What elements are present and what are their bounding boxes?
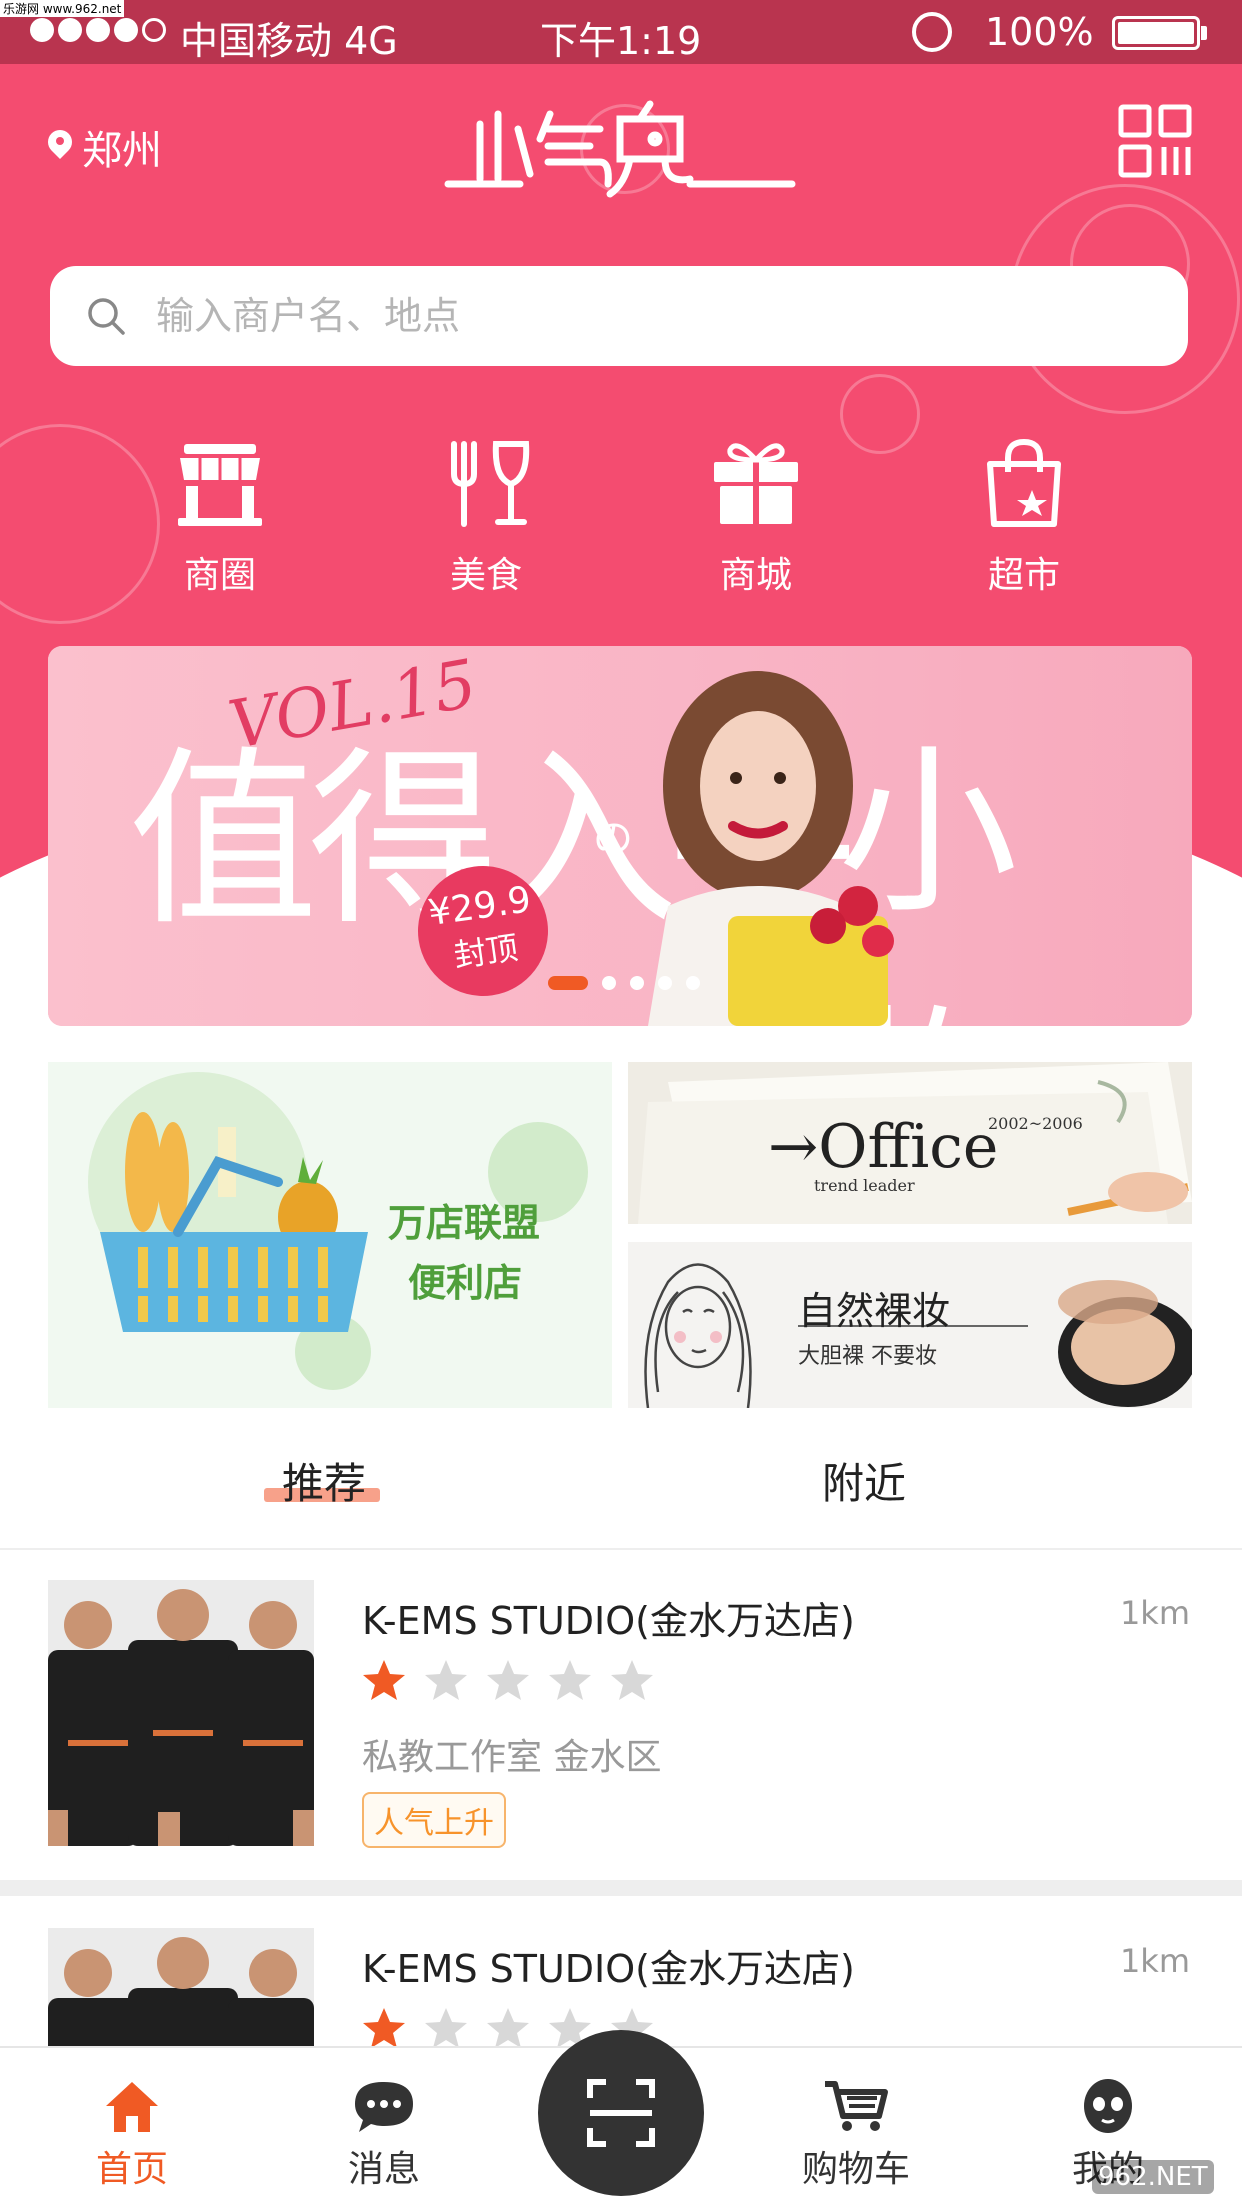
banner-dot[interactable] bbox=[686, 976, 700, 990]
scan-menu-icon[interactable] bbox=[1118, 104, 1192, 178]
nav-label: 购物车 bbox=[801, 2149, 910, 2190]
tab-nearby[interactable]: 附近 bbox=[822, 1450, 906, 1511]
promo-subtitle: 便利店 bbox=[408, 1261, 523, 1305]
category-supermarket[interactable]: 超市 bbox=[934, 434, 1114, 598]
feed-tabs: 推荐 附近 bbox=[0, 1430, 1242, 1550]
star-filled-icon bbox=[363, 2008, 405, 2046]
list-divider bbox=[0, 1880, 1242, 1896]
star-empty-icon bbox=[549, 1660, 591, 1700]
search-input[interactable] bbox=[156, 294, 1056, 338]
clock-text: 下午1:19 bbox=[540, 19, 702, 63]
promo-convenience-store[interactable]: 万店联盟 便利店 bbox=[48, 1062, 612, 1408]
promo-makeup[interactable]: 自然裸妆 大胆裸 不要妆 bbox=[628, 1242, 1192, 1408]
banner-dot-active[interactable] bbox=[548, 976, 588, 990]
search-bar[interactable] bbox=[50, 266, 1188, 366]
message-icon bbox=[355, 2082, 413, 2132]
promo-banner[interactable]: VOL.15 值得入手 の 小物 ¥29.9 封顶 bbox=[48, 646, 1192, 1026]
category-mall[interactable]: 商城 bbox=[666, 434, 846, 598]
store-thumbnail bbox=[48, 1928, 314, 2046]
utensils-icon bbox=[451, 441, 530, 527]
search-icon bbox=[86, 296, 126, 336]
category-business-district[interactable]: 商圈 bbox=[130, 434, 310, 598]
category-label: 商圈 bbox=[183, 555, 256, 596]
tab-recommended[interactable]: 推荐 bbox=[282, 1450, 366, 1511]
star-empty-icon bbox=[425, 1660, 467, 1700]
location-selector[interactable]: 郑州 bbox=[48, 118, 162, 176]
signal-icon bbox=[30, 18, 166, 42]
battery-tip bbox=[1201, 26, 1207, 40]
banner-pagination[interactable] bbox=[548, 976, 700, 990]
watermark-bottom: 962.NET bbox=[1092, 2160, 1214, 2194]
nav-label: 消息 bbox=[347, 2149, 420, 2190]
nav-home[interactable]: 首页 bbox=[52, 2078, 212, 2192]
store-thumbnail bbox=[48, 1580, 314, 1846]
promo-office[interactable]: →Office 2002~2006 trend leader bbox=[628, 1062, 1192, 1224]
scan-icon bbox=[587, 2079, 655, 2147]
category-grid: 商圈 美食 商城 超市 bbox=[0, 434, 1242, 614]
rotation-lock-icon bbox=[912, 12, 952, 52]
banner-dot[interactable] bbox=[602, 976, 616, 990]
status-bar: 中国移动 4G 下午1:19 100% bbox=[0, 0, 1242, 64]
carrier-text: 中国移动 4G bbox=[180, 19, 398, 63]
category-label: 商城 bbox=[719, 555, 792, 596]
location-pin-icon bbox=[48, 130, 72, 164]
gift-icon bbox=[714, 443, 798, 524]
profile-icon bbox=[1084, 2079, 1132, 2133]
nav-cart[interactable]: 购物车 bbox=[776, 2078, 936, 2192]
scan-button[interactable] bbox=[538, 2030, 704, 2196]
star-empty-icon bbox=[425, 2008, 467, 2046]
watermark-top: 乐游网 www.962.net bbox=[0, 0, 125, 17]
battery-icon bbox=[1112, 16, 1200, 50]
category-label: 超市 bbox=[987, 555, 1060, 596]
makeup-title: 自然裸妆 bbox=[798, 1289, 951, 1333]
banner-dot[interactable] bbox=[658, 976, 672, 990]
shopping-bag-icon bbox=[987, 439, 1061, 527]
store-badge: 人气上升 bbox=[362, 1792, 506, 1848]
banner-model-image bbox=[608, 666, 908, 1026]
star-filled-icon bbox=[363, 1660, 405, 1700]
office-title: →Office bbox=[768, 1112, 999, 1182]
store-list-item[interactable]: K-EMS STUDIO(金水万达店) 1km bbox=[0, 1928, 1242, 2046]
office-years: 2002~2006 bbox=[988, 1114, 1083, 1133]
star-empty-icon bbox=[611, 1660, 653, 1700]
office-subtitle: trend leader bbox=[814, 1176, 915, 1195]
makeup-subtitle: 大胆裸 不要妆 bbox=[798, 1344, 937, 1369]
nav-label: 首页 bbox=[95, 2149, 168, 2190]
star-empty-icon bbox=[487, 1660, 529, 1700]
city-label: 郑州 bbox=[82, 128, 162, 174]
store-category-area: 私教工作室 金水区 bbox=[362, 1737, 662, 1778]
cart-icon bbox=[825, 2081, 888, 2131]
store-rating bbox=[362, 1658, 654, 1702]
nav-messages[interactable]: 消息 bbox=[304, 2078, 464, 2192]
app-logo bbox=[440, 84, 800, 204]
store-name: K-EMS STUDIO(金水万达店) bbox=[362, 1599, 855, 1643]
store-distance: 1km bbox=[1119, 1594, 1190, 1632]
store-list-item[interactable]: K-EMS STUDIO(金水万达店) 1km 私教工作室 金水区 人气上升 bbox=[0, 1580, 1242, 1850]
store-distance: 1km bbox=[1119, 1942, 1190, 1980]
promo-title: 万店联盟 bbox=[388, 1201, 541, 1245]
star-empty-icon bbox=[487, 2008, 529, 2046]
category-label: 美食 bbox=[449, 555, 522, 596]
battery-percent: 100% bbox=[985, 10, 1094, 54]
banner-dot[interactable] bbox=[630, 976, 644, 990]
category-food[interactable]: 美食 bbox=[396, 434, 576, 598]
home-icon bbox=[106, 2082, 158, 2132]
store-name: K-EMS STUDIO(金水万达店) bbox=[362, 1947, 855, 1991]
store-icon bbox=[178, 444, 262, 526]
